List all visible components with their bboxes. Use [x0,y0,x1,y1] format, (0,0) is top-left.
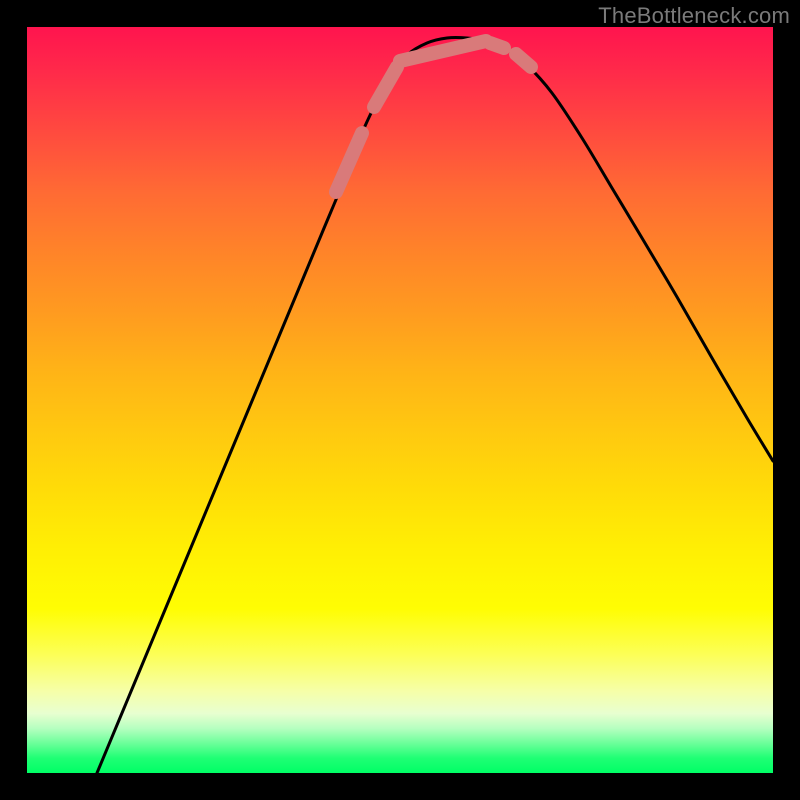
highlight-group [336,41,531,192]
watermark-text: TheBottleneck.com [598,3,790,29]
chart-svg [27,27,773,773]
highlight-segment [336,133,362,192]
highlight-segment [374,67,397,107]
highlight-segment [516,54,531,67]
bottleneck-curve [97,37,773,773]
highlight-segment [490,43,504,48]
highlight-segment [400,41,486,61]
chart-frame [27,27,773,773]
